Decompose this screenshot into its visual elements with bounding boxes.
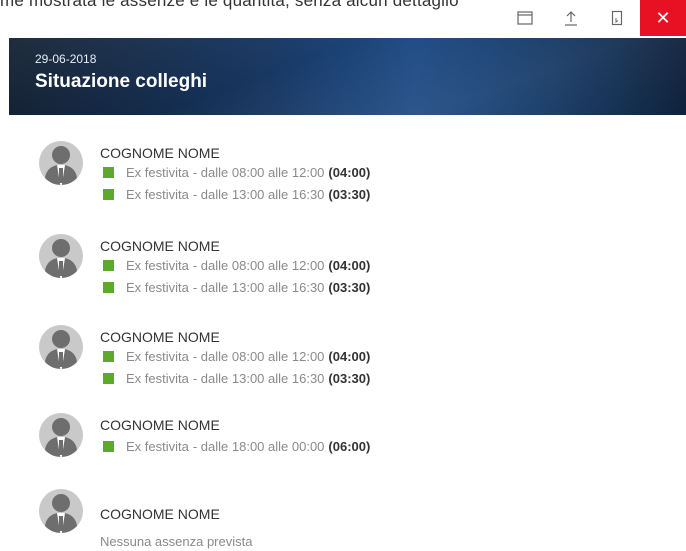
avatar <box>39 141 83 185</box>
no-absence-text: Nessuna assenza prevista <box>100 534 253 549</box>
avatar <box>39 325 83 369</box>
absence-duration: (03:30) <box>328 187 371 202</box>
absence-marker-icon <box>103 282 114 293</box>
absence-time: - dalle 08:00 alle 12:00 <box>192 349 325 364</box>
avatar <box>39 413 83 457</box>
absence-time: - dalle 13:00 alle 16:30 <box>192 187 325 202</box>
colleague-name: COGNOME NOME <box>100 506 220 522</box>
absence-type: Ex festivita <box>126 165 189 180</box>
upload-icon <box>565 11 577 26</box>
close-button[interactable]: ✕ <box>640 0 686 36</box>
colleague-name: COGNOME NOME <box>100 417 220 433</box>
absence-time: - dalle 08:00 alle 12:00 <box>192 258 325 273</box>
absence-row: Ex festivita - dalle 13:00 alle 16:30 (0… <box>103 280 370 295</box>
absence-row: Ex festivita - dalle 08:00 alle 12:00 (0… <box>103 165 370 180</box>
absence-duration: (04:00) <box>328 258 371 273</box>
avatar <box>39 489 83 533</box>
colleague-name: COGNOME NOME <box>100 329 220 345</box>
absence-type: Ex festivita <box>126 371 189 386</box>
absence-duration: (03:30) <box>328 371 371 386</box>
close-icon: ✕ <box>655 7 671 29</box>
bookmark-button[interactable] <box>594 0 640 36</box>
absence-marker-icon <box>103 260 114 271</box>
absence-marker-icon <box>103 167 114 178</box>
absence-row: Ex festivita - dalle 08:00 alle 12:00 (0… <box>103 349 370 364</box>
absence-type: Ex festivita <box>126 280 189 295</box>
absence-row: Ex festivita - dalle 13:00 alle 16:30 (0… <box>103 371 370 386</box>
absence-marker-icon <box>103 189 114 200</box>
absence-time: - dalle 13:00 alle 16:30 <box>192 371 325 386</box>
absence-type: Ex festivita <box>126 187 189 202</box>
restore-button[interactable] <box>502 0 548 36</box>
absence-time: - dalle 13:00 alle 16:30 <box>192 280 325 295</box>
window-controls: ✕ <box>502 0 686 36</box>
absence-time: - dalle 08:00 alle 12:00 <box>192 165 325 180</box>
bookmark-icon <box>611 10 623 26</box>
page-title: Situazione colleghi <box>35 71 208 92</box>
absence-duration: (04:00) <box>328 349 371 364</box>
colleague-name: COGNOME NOME <box>100 238 220 254</box>
header-banner: 29-06-2018 Situazione colleghi <box>9 38 686 115</box>
absence-time: - dalle 18:00 alle 00:00 <box>192 439 325 454</box>
absence-type: Ex festivita <box>126 349 189 364</box>
absence-row: Ex festivita - dalle 13:00 alle 16:30 (0… <box>103 187 370 202</box>
absence-marker-icon <box>103 441 114 452</box>
absence-row: Ex festivita - dalle 18:00 alle 00:00 (0… <box>103 439 370 454</box>
absence-marker-icon <box>103 373 114 384</box>
window-icon <box>517 11 533 25</box>
avatar <box>39 234 83 278</box>
colleague-name: COGNOME NOME <box>100 145 220 161</box>
absence-row: Ex festivita - dalle 08:00 alle 12:00 (0… <box>103 258 370 273</box>
absence-duration: (06:00) <box>328 439 371 454</box>
absence-type: Ex festivita <box>126 439 189 454</box>
absence-duration: (03:30) <box>328 280 371 295</box>
banner-date: 29-06-2018 <box>35 52 97 66</box>
absence-type: Ex festivita <box>126 258 189 273</box>
absence-duration: (04:00) <box>328 165 371 180</box>
absence-marker-icon <box>103 351 114 362</box>
share-button[interactable] <box>548 0 594 36</box>
